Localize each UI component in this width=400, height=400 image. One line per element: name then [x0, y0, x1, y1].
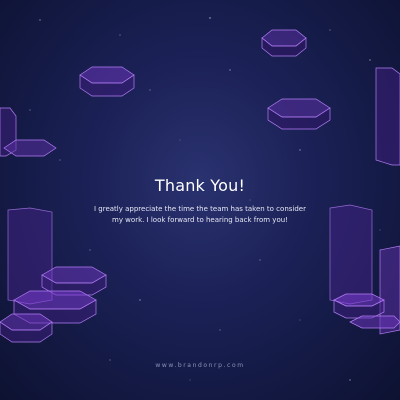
hexagon-prism — [79, 66, 135, 97]
thank-you-message: I greatly appreciate the time the team h… — [94, 205, 306, 224]
hexagon-prism — [7, 207, 53, 305]
website-url: www.brandonrp.com — [155, 362, 245, 369]
hexagon-prism — [333, 293, 385, 319]
star-field — [29, 17, 381, 381]
page-title: Thank You! — [154, 176, 246, 195]
hexagon-prism — [267, 98, 331, 130]
hexagon-prism — [3, 139, 57, 157]
hexagon-prism — [375, 67, 400, 166]
thank-you-slide: Thank You! I greatly appreciate the time… — [0, 0, 400, 400]
hexagon-prism — [329, 204, 373, 305]
hexagon-prism — [261, 29, 307, 57]
hexagon-prism — [0, 313, 53, 343]
space-prism-background — [0, 17, 400, 381]
